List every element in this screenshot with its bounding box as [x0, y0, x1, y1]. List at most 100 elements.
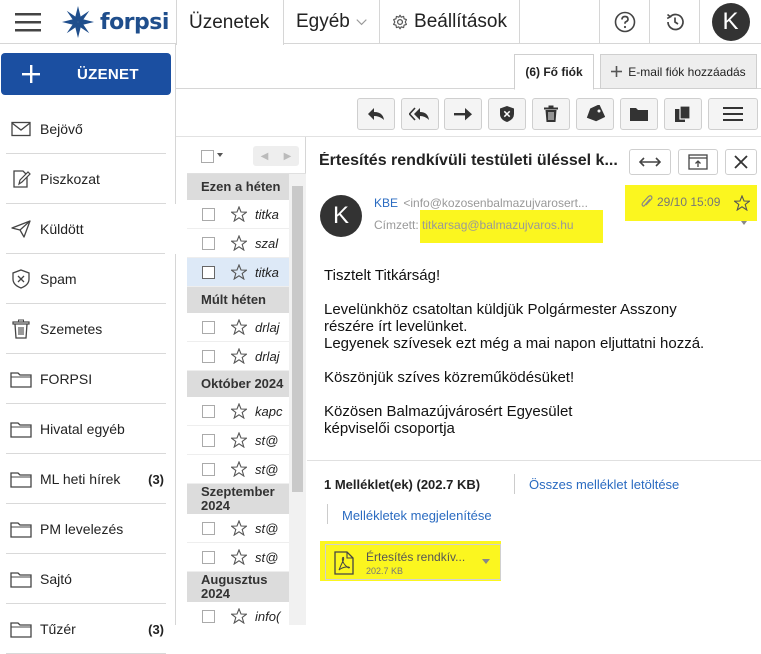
chevron-left-icon[interactable]: ◀ [261, 151, 269, 162]
logo-star-icon [62, 6, 94, 38]
forpsi-logo[interactable]: forpsi [60, 2, 169, 42]
list-item[interactable]: st@ [187, 514, 289, 543]
list-item[interactable]: st@ [187, 543, 289, 572]
folder-pm[interactable]: PM levelezés [0, 504, 176, 554]
star-icon[interactable] [231, 549, 247, 565]
account-button[interactable]: K [699, 0, 761, 44]
row-sender: titka [255, 264, 279, 280]
tab-main-account[interactable]: (6) Fő fiók [514, 54, 594, 90]
divider [514, 474, 515, 494]
forward-button[interactable] [444, 98, 482, 130]
star-icon[interactable] [231, 520, 247, 536]
sender-avatar: K [320, 195, 362, 237]
recipient-address[interactable]: titkarsag@balmazujvaros.hu [422, 218, 574, 232]
folder-inbox[interactable]: Bejövő [0, 104, 176, 154]
menu-icon[interactable] [10, 8, 46, 36]
chevron-right-icon[interactable]: ▶ [284, 151, 292, 162]
tab-messages[interactable]: Üzenetek [176, 0, 284, 45]
reply-all-button[interactable] [401, 98, 439, 130]
caret-down-icon[interactable] [482, 559, 490, 564]
list-item[interactable]: drlaj [187, 313, 289, 342]
folder-sent[interactable]: Küldött [0, 204, 176, 254]
folder-tuzer[interactable]: Tűzér (3) [0, 604, 176, 654]
date-group-header: Október 2024 [187, 371, 289, 397]
list-item[interactable]: st@ [187, 426, 289, 455]
row-checkbox[interactable] [202, 521, 215, 535]
folder-spam[interactable]: Spam [0, 254, 176, 304]
history-clock-icon [666, 13, 684, 31]
star-icon[interactable] [231, 319, 247, 335]
star-icon[interactable] [734, 195, 750, 211]
pdf-file-icon [334, 551, 354, 575]
move-button[interactable] [620, 98, 658, 130]
row-checkbox[interactable] [202, 236, 215, 250]
spam-button[interactable] [488, 98, 526, 130]
list-item[interactable]: kapc [187, 397, 289, 426]
more-menu-button[interactable] [708, 98, 758, 130]
caret-down-icon[interactable] [741, 221, 747, 225]
tab-other[interactable]: Egyéb [284, 0, 380, 44]
unread-count: (3) [148, 621, 164, 637]
download-all-link[interactable]: Összes melléklet letöltése [529, 477, 679, 492]
caret-down-icon[interactable] [217, 153, 223, 157]
star-icon[interactable] [231, 235, 247, 251]
list-item-selected[interactable]: titka [187, 258, 289, 287]
scrollbar-thumb[interactable] [292, 186, 303, 492]
sender-name[interactable]: KBE [374, 196, 398, 210]
show-attachments-link[interactable]: Mellékletek megjelenítése [342, 508, 492, 523]
delete-button[interactable] [532, 98, 570, 130]
select-all-checkbox[interactable] [201, 150, 214, 163]
plus-icon [611, 66, 623, 77]
star-icon[interactable] [231, 432, 247, 448]
reply-button[interactable] [357, 98, 395, 130]
folder-ml-heti[interactable]: ML heti hírek (3) [0, 454, 176, 504]
help-button[interactable] [599, 0, 649, 44]
folder-name: PM levelezés [40, 521, 124, 537]
copy-button[interactable] [664, 98, 702, 130]
star-icon[interactable] [231, 264, 247, 280]
folder-trash[interactable]: Szemetes [0, 304, 176, 354]
compose-button[interactable]: ÜZENET [1, 53, 171, 95]
row-checkbox[interactable] [202, 609, 215, 623]
pager: ◀ ▶ [253, 146, 299, 166]
list-item[interactable]: titka [187, 200, 289, 229]
row-sender: drlaj [255, 348, 280, 364]
folder-hivatal[interactable]: Hivatal egyéb [0, 404, 176, 454]
star-icon[interactable] [231, 403, 247, 419]
star-icon[interactable] [231, 206, 247, 222]
history-button[interactable] [649, 0, 699, 44]
message-list-scrollbar[interactable] [289, 174, 306, 625]
open-window-button[interactable] [678, 149, 718, 175]
list-item[interactable]: st@ [187, 455, 289, 484]
star-icon[interactable] [231, 348, 247, 364]
label-button[interactable] [576, 98, 614, 130]
list-item[interactable]: szal [187, 229, 289, 258]
folder-sajto[interactable]: Sajtó [0, 554, 176, 604]
list-item[interactable]: info( [187, 602, 289, 625]
date-group-header: Augusztus 2024 [187, 572, 289, 602]
close-button[interactable] [725, 149, 757, 175]
row-sender: drlaj [255, 319, 280, 335]
tab-messages-label: Üzenetek [189, 11, 270, 33]
sidebar: ÜZENET Bejövő Piszkozat Küldött Spam Sze… [0, 44, 176, 654]
folder-icon [10, 468, 32, 490]
folder-drafts[interactable]: Piszkozat [0, 154, 176, 204]
row-checkbox[interactable] [202, 320, 215, 334]
list-item[interactable]: drlaj [187, 342, 289, 371]
attachment-card[interactable]: Értesítés rendkív... 202.7 KB [325, 544, 501, 580]
row-checkbox[interactable] [202, 265, 215, 279]
row-checkbox[interactable] [202, 207, 215, 221]
row-checkbox[interactable] [202, 349, 215, 363]
row-checkbox[interactable] [202, 550, 215, 564]
tab-other-label: Egyéb [296, 11, 350, 32]
expand-button[interactable] [629, 149, 671, 175]
tab-settings[interactable]: Beállítások [380, 0, 520, 44]
star-icon[interactable] [231, 461, 247, 477]
row-checkbox[interactable] [202, 433, 215, 447]
row-checkbox[interactable] [202, 404, 215, 418]
add-account-tab[interactable]: E-mail fiók hozzáadás [600, 54, 757, 89]
folder-forpsi[interactable]: FORPSI [0, 354, 176, 404]
row-checkbox[interactable] [202, 462, 215, 476]
star-icon[interactable] [231, 608, 247, 624]
date-group-header: Múlt héten [187, 287, 289, 313]
